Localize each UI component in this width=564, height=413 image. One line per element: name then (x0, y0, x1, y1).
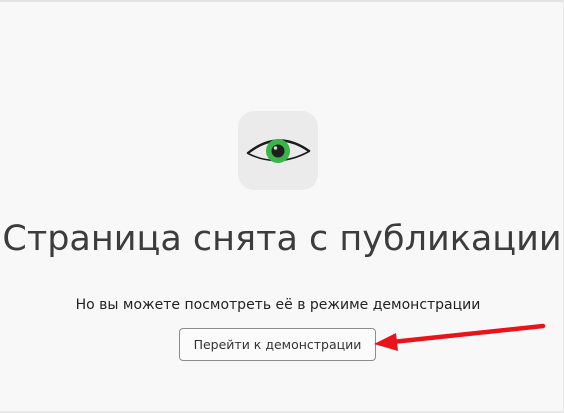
red-arrow (374, 323, 546, 351)
